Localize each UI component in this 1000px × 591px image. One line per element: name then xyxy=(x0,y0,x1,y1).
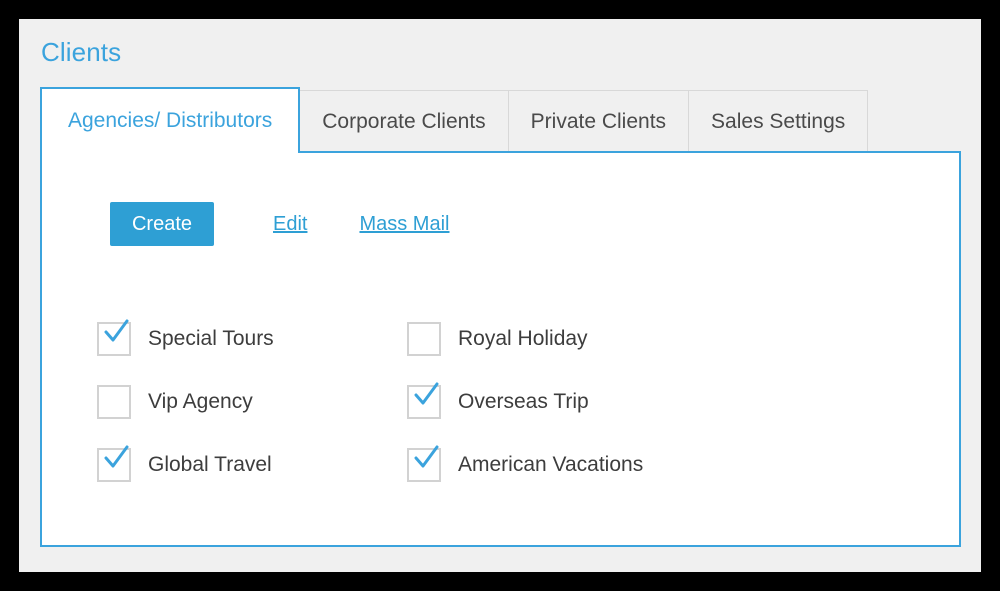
screenshot-frame: Clients Agencies/ Distributors Corporate… xyxy=(0,0,1000,591)
checkbox-unchecked-icon[interactable] xyxy=(97,385,131,419)
page-surface: Clients Agencies/ Distributors Corporate… xyxy=(19,19,981,572)
checkbox-unchecked-icon[interactable] xyxy=(407,322,441,356)
tab-label: Private Clients xyxy=(530,110,667,133)
checkbox-checked-icon[interactable] xyxy=(407,382,441,419)
checkbox-label: Vip Agency xyxy=(148,390,253,413)
tab-label: Corporate Clients xyxy=(322,110,486,133)
checkbox-item-special-tours[interactable]: Special Tours xyxy=(97,319,407,359)
tab-strip: Agencies/ Distributors Corporate Clients… xyxy=(40,87,977,153)
checkbox-item-royal-holiday[interactable]: Royal Holiday xyxy=(407,319,897,359)
checkbox-checked-icon[interactable] xyxy=(407,445,441,482)
checkbox-item-overseas-trip[interactable]: Overseas Trip xyxy=(407,382,897,422)
checkbox-checked-icon[interactable] xyxy=(97,319,131,356)
create-button[interactable]: Create xyxy=(110,202,214,246)
checkbox-label: American Vacations xyxy=(458,453,644,476)
client-checkbox-grid: Special Tours Royal Holiday Vip Agency O… xyxy=(97,319,897,508)
checkbox-item-american-vacations[interactable]: American Vacations xyxy=(407,445,897,485)
tab-label: Agencies/ Distributors xyxy=(68,109,273,132)
checkbox-label: Global Travel xyxy=(148,453,272,476)
action-toolbar: Create Edit Mass Mail xyxy=(110,202,449,246)
checkbox-item-vip-agency[interactable]: Vip Agency xyxy=(97,382,407,422)
checkbox-item-global-travel[interactable]: Global Travel xyxy=(97,445,407,485)
checkbox-label: Overseas Trip xyxy=(458,390,589,413)
tab-sales-settings[interactable]: Sales Settings xyxy=(689,90,869,153)
checkbox-label: Royal Holiday xyxy=(458,327,588,350)
edit-link[interactable]: Edit xyxy=(273,213,307,236)
tab-corporate-clients[interactable]: Corporate Clients xyxy=(300,90,509,153)
tab-label: Sales Settings xyxy=(711,110,846,133)
page-title: Clients xyxy=(41,37,122,67)
checkbox-label: Special Tours xyxy=(148,327,274,350)
tab-private-clients[interactable]: Private Clients xyxy=(508,90,690,153)
mass-mail-link[interactable]: Mass Mail xyxy=(359,213,449,236)
tab-agencies-distributors[interactable]: Agencies/ Distributors xyxy=(40,87,301,153)
checkbox-checked-icon[interactable] xyxy=(97,445,131,482)
tab-panel-agencies-distributors: Create Edit Mass Mail Special Tours Roya… xyxy=(40,151,961,547)
